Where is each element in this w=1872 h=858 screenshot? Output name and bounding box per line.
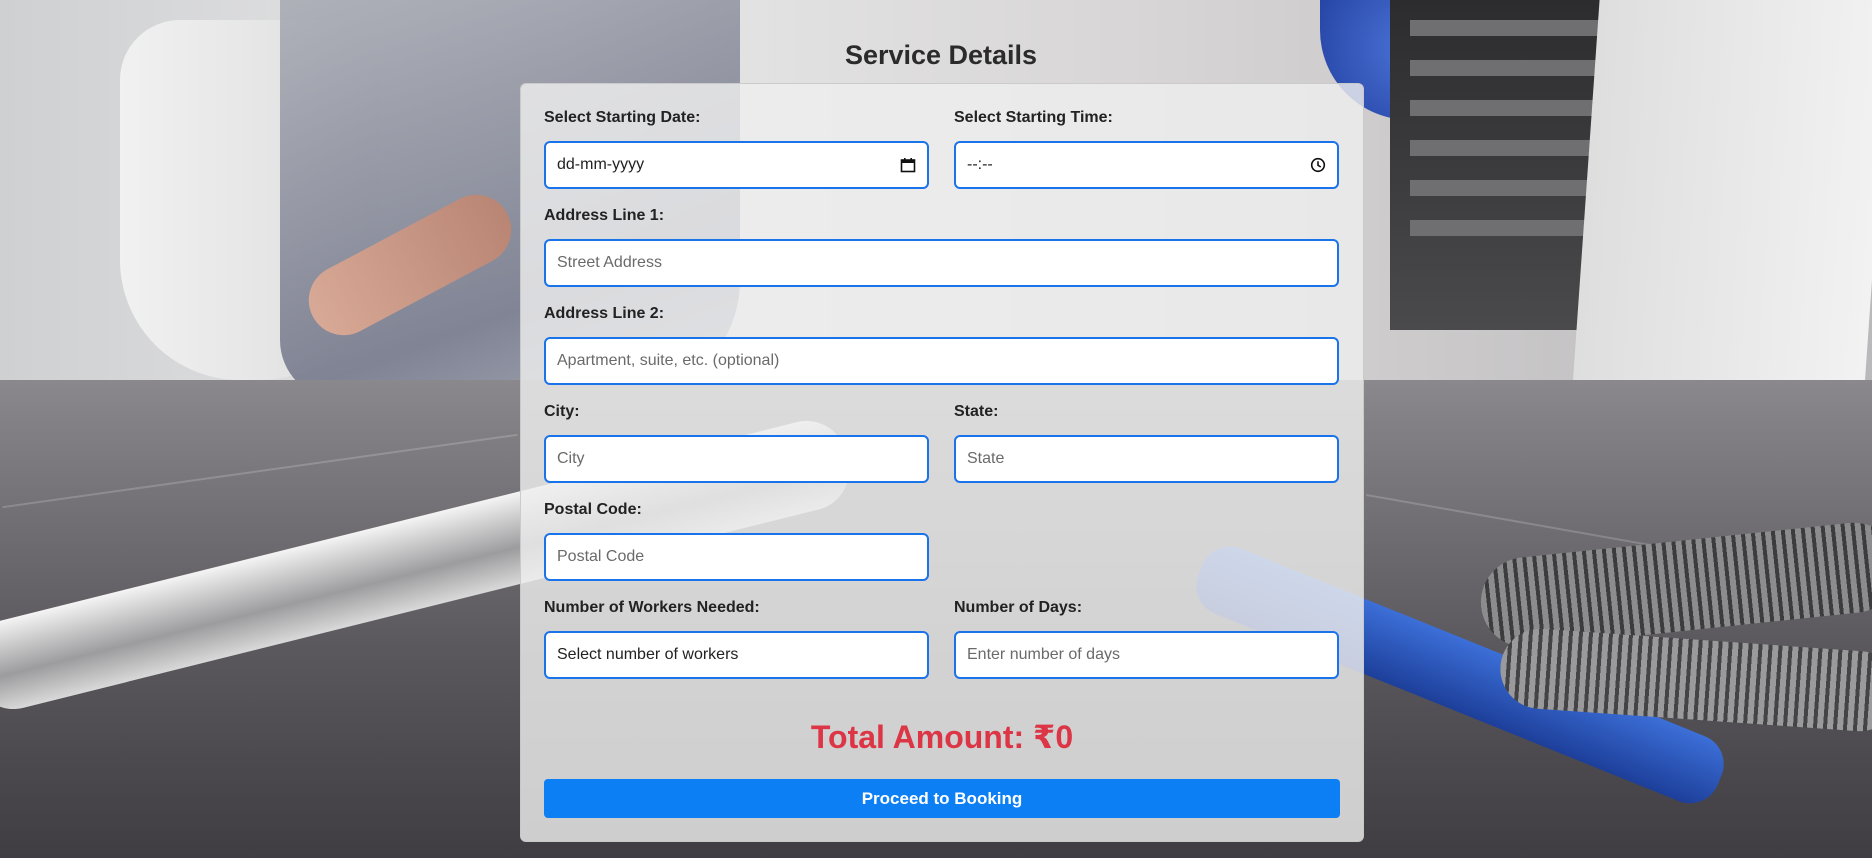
calendar-icon[interactable] <box>900 157 916 173</box>
state-input[interactable]: State <box>954 435 1339 483</box>
city-placeholder: City <box>557 450 585 467</box>
start-date-input[interactable]: dd-mm-yyyy <box>544 141 929 189</box>
postal-code-label: Postal Code: <box>544 501 642 518</box>
workers-label: Number of Workers Needed: <box>544 599 760 616</box>
proceed-to-booking-button[interactable]: Proceed to Booking <box>544 779 1340 818</box>
postal-code-placeholder: Postal Code <box>557 548 645 565</box>
start-time-value: --:-- <box>967 156 993 173</box>
state-placeholder: State <box>967 450 1005 467</box>
total-amount: Total Amount: ₹0 <box>810 719 1074 755</box>
workers-selected-value: Select number of workers <box>557 646 739 663</box>
start-time-input[interactable]: --:-- <box>954 141 1339 189</box>
postal-code-input[interactable]: Postal Code <box>544 533 929 581</box>
days-label: Number of Days: <box>954 599 1083 616</box>
address1-placeholder: Street Address <box>557 254 662 271</box>
city-label: City: <box>544 403 580 420</box>
clock-icon[interactable] <box>1310 157 1326 173</box>
days-input[interactable]: Enter number of days <box>954 631 1339 679</box>
address1-input[interactable]: Street Address <box>544 239 1339 287</box>
city-input[interactable]: City <box>544 435 929 483</box>
address2-input[interactable]: Apartment, suite, etc. (optional) <box>544 337 1339 385</box>
page-title: Service Details <box>844 40 1038 70</box>
start-date-label: Select Starting Date: <box>544 109 701 126</box>
address1-label: Address Line 1: <box>544 207 665 224</box>
start-date-value: dd-mm-yyyy <box>557 156 645 173</box>
days-placeholder: Enter number of days <box>967 646 1120 663</box>
workers-select[interactable]: Select number of workers <box>544 631 929 679</box>
state-label: State: <box>954 403 999 420</box>
address2-label: Address Line 2: <box>544 305 665 322</box>
address2-placeholder: Apartment, suite, etc. (optional) <box>557 352 780 369</box>
start-time-label: Select Starting Time: <box>954 109 1113 126</box>
